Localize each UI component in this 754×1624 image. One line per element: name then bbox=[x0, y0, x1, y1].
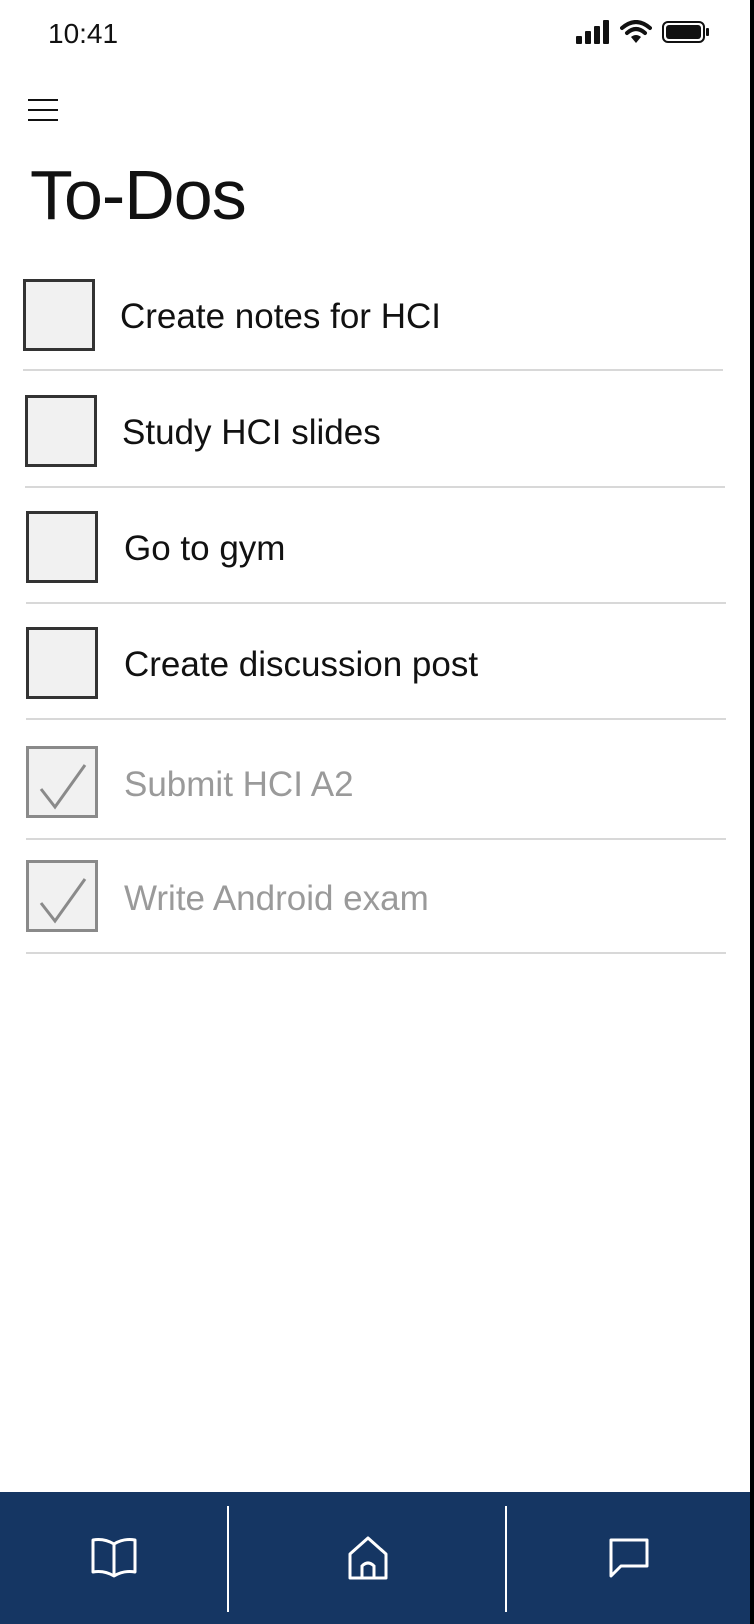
chat-bubble-icon bbox=[609, 1538, 648, 1578]
checkmark-icon bbox=[39, 878, 87, 924]
todo-label: Submit HCI A2 bbox=[124, 765, 354, 804]
nav-chat-button[interactable] bbox=[507, 1492, 750, 1624]
todo-label: Write Android exam bbox=[124, 879, 429, 918]
todo-checkbox[interactable] bbox=[26, 627, 98, 699]
checkmark-icon bbox=[39, 764, 87, 810]
todo-label: Study HCI slides bbox=[122, 413, 381, 452]
todo-divider bbox=[26, 838, 726, 840]
todo-divider bbox=[25, 486, 725, 488]
page-title: To-Dos bbox=[30, 156, 247, 234]
todo-checkbox[interactable] bbox=[23, 279, 95, 351]
todo-checkbox-checked[interactable] bbox=[26, 746, 98, 818]
status-bar: 10:41 bbox=[0, 0, 750, 70]
status-icons bbox=[576, 20, 710, 49]
bottom-nav bbox=[0, 1492, 750, 1624]
status-time: 10:41 bbox=[48, 18, 119, 49]
todo-divider bbox=[26, 952, 726, 954]
cellular-signal-icon bbox=[576, 20, 610, 49]
todo-label: Go to gym bbox=[124, 529, 286, 568]
todo-label: Create notes for HCI bbox=[120, 297, 441, 336]
book-icon bbox=[91, 1538, 137, 1578]
todo-divider bbox=[26, 602, 726, 604]
todo-checkbox[interactable] bbox=[25, 395, 97, 467]
todo-checkbox[interactable] bbox=[26, 511, 98, 583]
todo-divider bbox=[23, 369, 723, 371]
home-icon bbox=[348, 1536, 387, 1580]
battery-icon bbox=[662, 20, 710, 49]
todo-divider bbox=[26, 718, 726, 720]
wifi-icon bbox=[620, 20, 652, 49]
nav-book-button[interactable] bbox=[0, 1492, 228, 1624]
hamburger-menu-icon[interactable] bbox=[24, 94, 64, 128]
device-frame-edge bbox=[750, 0, 754, 1624]
nav-home-button[interactable] bbox=[229, 1492, 506, 1624]
todo-label: Create discussion post bbox=[124, 645, 479, 684]
todo-checkbox-checked[interactable] bbox=[26, 860, 98, 932]
